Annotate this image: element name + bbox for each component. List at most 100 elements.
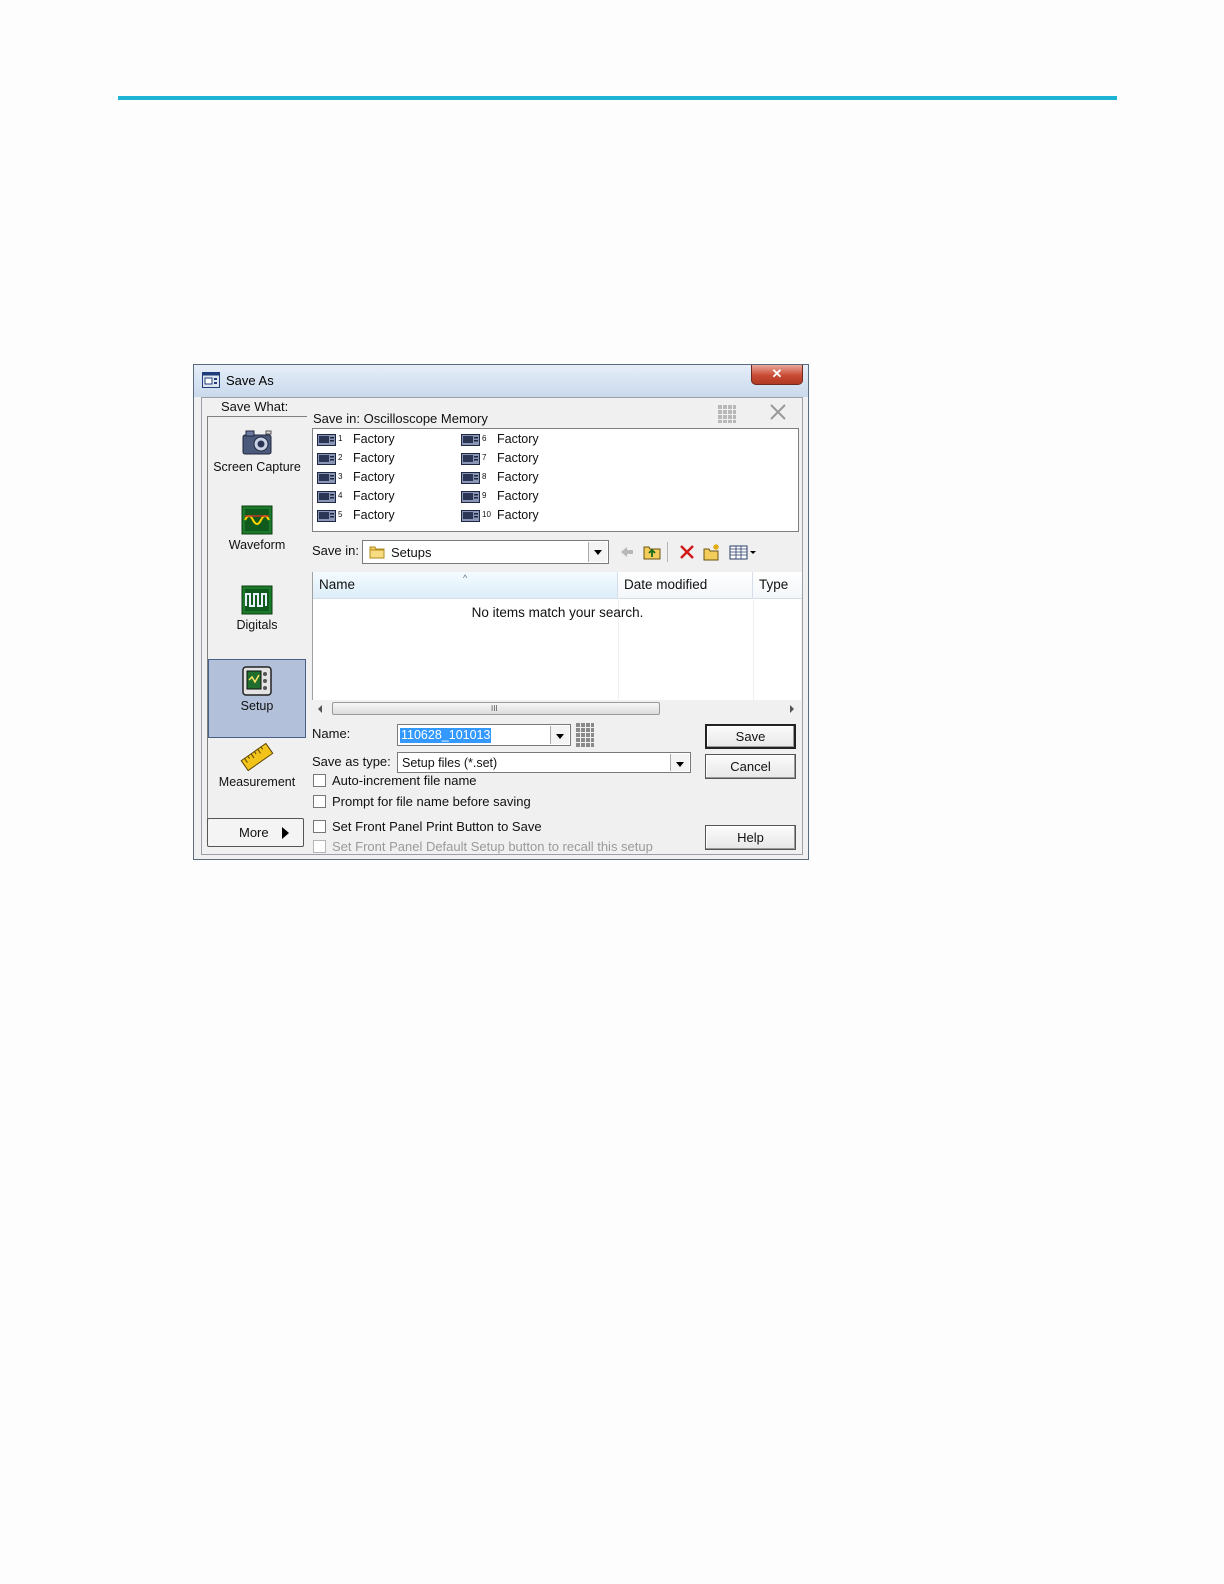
- file-list: Name ^ Date modified Type No items match…: [312, 572, 802, 710]
- slot-label: Factory: [497, 470, 539, 484]
- horizontal-scrollbar[interactable]: III: [312, 700, 801, 717]
- memory-slot-list: 1 Factory 2 Factory 3 Factory 4 Factory …: [312, 428, 799, 532]
- memory-header: Save in: Oscilloscope Memory: [313, 411, 488, 426]
- chevron-down-icon[interactable]: [588, 542, 607, 562]
- dialog-title: Save As: [226, 373, 274, 388]
- checkbox-label: Set Front Panel Default Setup button to …: [332, 839, 653, 854]
- chevron-down-icon[interactable]: [550, 726, 569, 744]
- close-button[interactable]: ✕: [751, 365, 803, 385]
- back-arrow-icon[interactable]: [618, 543, 636, 561]
- scope-icon: [461, 434, 480, 446]
- column-header-name[interactable]: Name ^: [313, 572, 618, 598]
- save-what-setup[interactable]: Setup: [208, 659, 306, 738]
- save-in-label: Save in:: [312, 543, 359, 558]
- setup-icon: [242, 666, 272, 696]
- slot-number: 9: [482, 491, 487, 500]
- save-what-label-screen-capture: Screen Capture: [213, 460, 301, 474]
- scope-icon: [317, 472, 336, 484]
- scroll-left-icon[interactable]: [318, 705, 322, 713]
- scope-icon: [461, 491, 480, 503]
- title-bar[interactable]: Save As ✕: [194, 365, 808, 397]
- scope-icon: [317, 434, 336, 446]
- empty-list-message: No items match your search.: [471, 605, 644, 620]
- save-what-screen-capture[interactable]: Screen Capture: [209, 426, 305, 474]
- measurement-icon: [240, 742, 274, 772]
- checkbox-label: Set Front Panel Print Button to Save: [332, 819, 542, 834]
- column-header-name-label: Name: [319, 577, 356, 592]
- scope-icon: [317, 491, 336, 503]
- scope-icon: [317, 453, 336, 465]
- slot-label: Factory: [353, 508, 395, 522]
- slot-number: 2: [338, 453, 343, 462]
- column-header-type-label: Type: [759, 577, 789, 592]
- more-button-label: More: [239, 825, 269, 840]
- keypad-icon[interactable]: [576, 723, 594, 747]
- column-header-date-modified[interactable]: Date modified: [618, 572, 753, 598]
- up-folder-icon[interactable]: [643, 543, 661, 561]
- checkbox-box: [313, 840, 326, 853]
- scroll-thumb[interactable]: III: [332, 702, 660, 715]
- file-name-value: 110628_101013: [400, 728, 492, 743]
- cancel-button[interactable]: Cancel: [705, 754, 796, 779]
- save-what-label-digitals: Digitals: [236, 618, 278, 632]
- slot-number: 5: [338, 510, 343, 519]
- save-what-label-waveform: Waveform: [228, 538, 286, 552]
- save-button[interactable]: Save: [705, 724, 796, 749]
- save-what-label-setup: Setup: [240, 699, 274, 713]
- slot-number: 3: [338, 472, 343, 481]
- more-button[interactable]: More: [207, 818, 304, 847]
- chevron-down-icon[interactable]: [670, 754, 689, 771]
- save-what-digitals[interactable]: Digitals: [209, 584, 305, 632]
- save-as-type-label: Save as type:: [312, 754, 391, 769]
- page-header-rule: [118, 96, 1117, 100]
- dialog-body: Save What: Screen Capture Waveform Digit…: [201, 397, 803, 855]
- slot-label: Factory: [353, 432, 395, 446]
- camera-icon: [242, 430, 272, 455]
- name-label: Name:: [312, 726, 351, 741]
- checkbox-label: Prompt for file name before saving: [332, 794, 531, 809]
- save-as-type-value: Setup files (*.set): [402, 756, 498, 770]
- slot-number: 4: [338, 491, 343, 500]
- save-what-waveform[interactable]: Waveform: [209, 504, 305, 552]
- digitals-icon: [241, 585, 273, 615]
- file-list-header: Name ^ Date modified Type: [313, 572, 802, 599]
- save-in-dropdown[interactable]: Setups: [362, 540, 609, 564]
- sort-ascending-icon: ^: [463, 573, 468, 583]
- save-what-label-measurement: Measurement: [218, 775, 296, 789]
- save-as-type-dropdown[interactable]: Setup files (*.set): [397, 752, 691, 773]
- slot-number: 1: [338, 434, 343, 443]
- scroll-right-icon[interactable]: [790, 705, 794, 713]
- waveform-icon: [241, 505, 273, 535]
- view-menu-icon[interactable]: [729, 543, 757, 561]
- delete-x-icon[interactable]: [769, 403, 787, 421]
- save-what-measurement[interactable]: Measurement: [209, 741, 305, 789]
- scope-icon: [461, 453, 480, 465]
- slot-number: 6: [482, 434, 487, 443]
- file-name-input[interactable]: 110628_101013: [397, 724, 571, 746]
- slot-label: Factory: [353, 451, 395, 465]
- scroll-grip: III: [491, 704, 498, 713]
- slot-number: 7: [482, 453, 487, 462]
- scope-icon: [317, 510, 336, 522]
- checkbox-box[interactable]: [313, 774, 326, 787]
- chevron-right-icon: [282, 827, 289, 839]
- new-folder-icon[interactable]: [703, 543, 721, 561]
- scope-icon: [461, 510, 480, 522]
- close-icon: ✕: [771, 366, 783, 381]
- slot-label: Factory: [497, 508, 539, 522]
- checkbox-box[interactable]: [313, 795, 326, 808]
- help-button[interactable]: Help: [705, 825, 796, 850]
- app-icon: [202, 372, 220, 388]
- column-header-type[interactable]: Type: [753, 572, 802, 598]
- slot-label: Factory: [497, 451, 539, 465]
- slot-label: Factory: [497, 432, 539, 446]
- keypad-icon[interactable]: [718, 405, 736, 423]
- delete-icon[interactable]: [678, 543, 696, 561]
- slot-label: Factory: [353, 470, 395, 484]
- folder-icon: [369, 546, 385, 559]
- checkbox-box[interactable]: [313, 820, 326, 833]
- slot-label: Factory: [497, 489, 539, 503]
- slot-number: 8: [482, 472, 487, 481]
- toolbar-separator: [667, 542, 668, 562]
- checkbox-label: Auto-increment file name: [332, 773, 477, 788]
